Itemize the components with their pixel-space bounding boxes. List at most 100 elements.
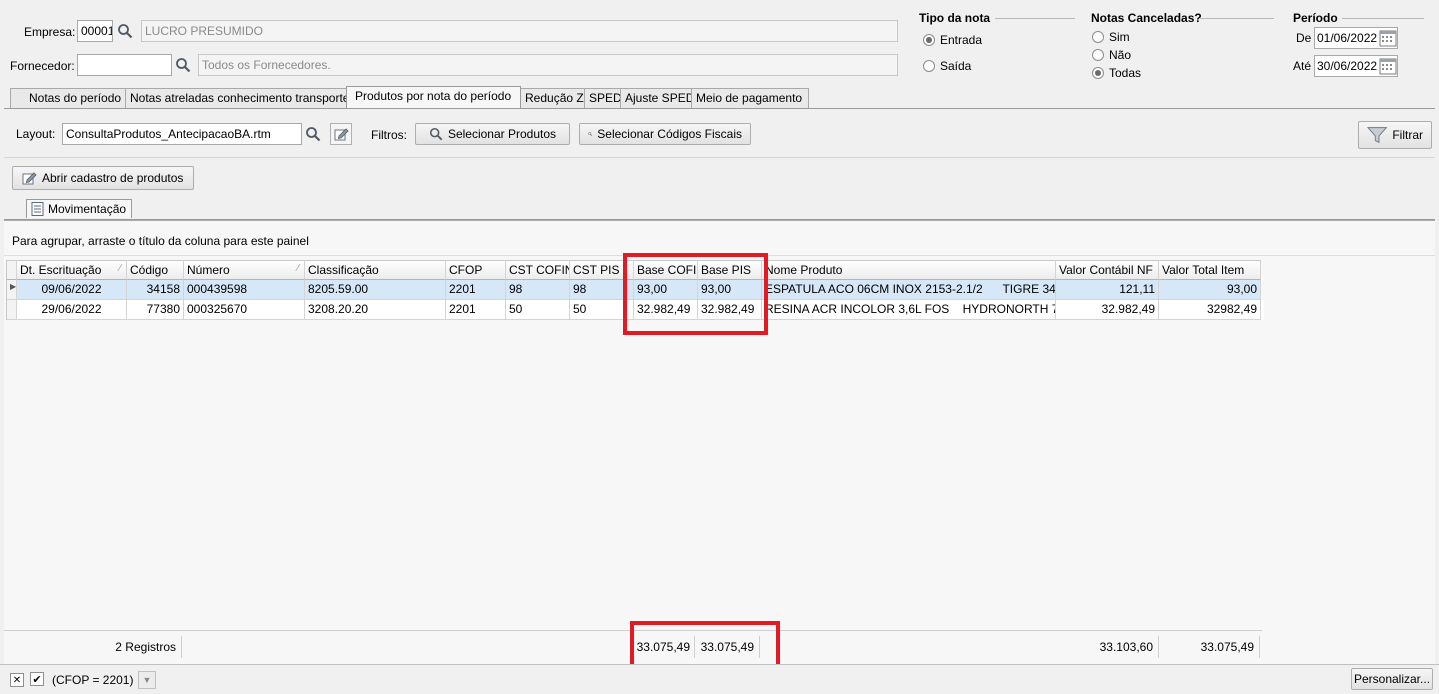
footer-separator [181, 636, 182, 658]
tab-ajuste-sped[interactable]: Ajuste SPED [620, 88, 692, 108]
empresa-label: Empresa: [24, 25, 76, 39]
group-panel-hint: Para agrupar, arraste o título da coluna… [12, 234, 309, 248]
main-tabs: Notas do período Notas atreladas conheci… [10, 86, 809, 108]
col-dt-escrituracao[interactable]: Dt. Escrituação ∕ [17, 260, 127, 280]
footer-separator [1158, 636, 1159, 658]
abrir-cadastro-button[interactable]: Abrir cadastro de produtos [12, 166, 194, 190]
cell-codigo[interactable]: 34158 [127, 280, 184, 300]
selecionar-codigos-label: Selecionar Códigos Fiscais [597, 127, 742, 141]
periodo-title: Período [1293, 11, 1338, 25]
radio-saida[interactable]: Saída [923, 59, 971, 73]
cell-dt[interactable]: 29/06/2022 [17, 300, 127, 320]
row-indicator-header [7, 260, 17, 280]
chevron-down-icon[interactable]: ▼ [138, 671, 156, 689]
personalizar-button[interactable]: Personalizar... [1351, 668, 1433, 690]
cell-nome-produto[interactable]: ESPATULA ACO 06CM INOX 2153-2.1/2 TIGRE … [762, 280, 1056, 300]
funnel-icon [1367, 127, 1388, 144]
col-classificacao[interactable]: Classificação [305, 260, 446, 280]
search-icon [588, 132, 593, 136]
cell-valor-contabil[interactable]: 121,11 [1056, 280, 1159, 300]
cell-valor-total[interactable]: 93,00 [1159, 280, 1261, 300]
tab-sped[interactable]: SPED [584, 88, 621, 108]
filter-enabled-checkbox[interactable]: ✔ [30, 672, 44, 686]
subtab-movimentacao[interactable]: Movimentação [26, 199, 132, 218]
footer-separator [1259, 636, 1260, 658]
cell-classificacao[interactable]: 8205.59.00 [305, 280, 446, 300]
col-valor-total[interactable]: Valor Total Item [1159, 260, 1261, 280]
empresa-name-field: LUCRO PRESUMIDO [141, 20, 898, 42]
abrir-cadastro-label: Abrir cadastro de produtos [42, 171, 184, 185]
tipo-nota-title: Tipo da nota [919, 11, 991, 25]
tab-reducao-z[interactable]: Redução Z [520, 88, 585, 108]
clear-filter-icon[interactable]: ✕ [10, 673, 24, 687]
radio-entrada[interactable]: Entrada [923, 33, 982, 47]
empresa-code-input[interactable]: 00001 [77, 20, 113, 42]
radio-entrada-dot [923, 34, 935, 46]
footer-count: 2 Registros [115, 640, 176, 654]
col-cst-cofins[interactable]: CST COFINS [506, 260, 570, 280]
periodo-ate-label: Até [1293, 59, 1312, 73]
cell-cst-cofins[interactable]: 98 [506, 280, 570, 300]
highlight-box-base-columns [623, 253, 768, 335]
cell-classificacao[interactable]: 3208.20.20 [305, 300, 446, 320]
filtrar-button[interactable]: Filtrar [1358, 121, 1432, 149]
periodo-de-label: De [1296, 31, 1312, 45]
fornecedor-name-field: Todos os Fornecedores. [198, 54, 898, 76]
cell-codigo[interactable]: 77380 [127, 300, 184, 320]
filter-expression: (CFOP = 2201) [52, 673, 134, 687]
cell-numero[interactable]: 000325670 [184, 300, 305, 320]
row-indicator [7, 300, 17, 320]
layout-edit-icon[interactable] [330, 123, 352, 145]
fornecedor-code-input[interactable] [77, 54, 172, 76]
row-pointer-icon: ▶ [7, 280, 17, 300]
col-cfop[interactable]: CFOP [446, 260, 506, 280]
fornecedor-label: Fornecedor: [10, 59, 75, 73]
radio-nao-dot [1092, 49, 1104, 61]
cell-cfop[interactable]: 2201 [446, 300, 506, 320]
layout-input[interactable]: ConsultaProdutos_AntecipacaoBA.rtm [62, 123, 302, 145]
selecionar-codigos-button[interactable]: Selecionar Códigos Fiscais [579, 123, 751, 145]
radio-nao[interactable]: Não [1092, 48, 1131, 62]
col-nome-produto[interactable]: Nome Produto [762, 260, 1056, 280]
cell-dt[interactable]: 09/06/2022 [17, 280, 127, 300]
highlight-box-footer-totals [630, 621, 780, 668]
layout-search-icon[interactable] [302, 123, 324, 145]
notas-canceladas-title: Notas Canceladas? [1091, 11, 1202, 25]
radio-saida-dot [923, 60, 935, 72]
tipo-nota-divider [995, 18, 1075, 19]
periodo-divider [1342, 18, 1424, 19]
calendar-icon[interactable] [1379, 57, 1397, 75]
selecionar-produtos-button[interactable]: Selecionar Produtos [415, 123, 570, 145]
fornecedor-search-icon[interactable] [172, 54, 194, 76]
search-icon [429, 127, 443, 141]
cell-cfop[interactable]: 2201 [446, 280, 506, 300]
cell-valor-contabil[interactable]: 32.982,49 [1056, 300, 1159, 320]
radio-todas[interactable]: Todas [1092, 66, 1141, 80]
col-codigo[interactable]: Código [127, 260, 184, 280]
radio-entrada-label: Entrada [940, 33, 983, 47]
subtab-label: Movimentação [48, 202, 127, 216]
radio-todas-label: Todas [1109, 66, 1142, 80]
filtrar-label: Filtrar [1392, 128, 1423, 142]
layout-label: Layout: [16, 127, 56, 141]
filtros-label: Filtros: [371, 128, 407, 142]
radio-sim-label: Sim [1109, 30, 1130, 44]
tab-meio-pagamento[interactable]: Meio de pagamento [691, 88, 809, 108]
radio-todas-dot [1092, 67, 1104, 79]
cell-numero[interactable]: 000439598 [184, 280, 305, 300]
tab-notas-atreladas[interactable]: Notas atreladas conhecimento transporte [125, 88, 347, 108]
col-valor-contabil[interactable]: Valor Contábil NF [1056, 260, 1159, 280]
radio-sim[interactable]: Sim [1092, 30, 1130, 44]
tab-notas-periodo[interactable]: Notas do período [10, 88, 126, 108]
empresa-search-icon[interactable] [114, 20, 136, 42]
cell-nome-produto[interactable]: RESINA ACR INCOLOR 3,6L FOS HYDRONORTH 7… [762, 300, 1056, 320]
cell-valor-total[interactable]: 32982,49 [1159, 300, 1261, 320]
col-numero[interactable]: Número ∕ [184, 260, 305, 280]
sort-icon: ∕ [119, 263, 121, 274]
selecionar-produtos-label: Selecionar Produtos [447, 127, 557, 141]
edit-icon [22, 172, 37, 185]
radio-sim-dot [1092, 31, 1104, 43]
tab-produtos-nota[interactable]: Produtos por nota do período [346, 86, 521, 108]
calendar-icon[interactable] [1379, 29, 1397, 47]
cell-cst-cofins[interactable]: 50 [506, 300, 570, 320]
